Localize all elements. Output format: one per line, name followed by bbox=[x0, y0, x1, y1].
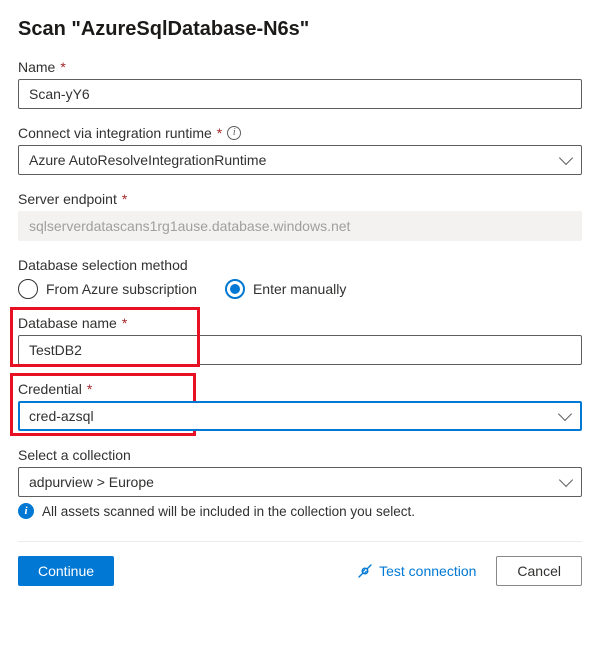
credential-label: Credential* bbox=[18, 381, 582, 397]
test-connection-button[interactable]: Test connection bbox=[351, 563, 482, 579]
db-name-input[interactable] bbox=[18, 335, 582, 365]
collection-label: Select a collection bbox=[18, 447, 582, 463]
name-input[interactable] bbox=[18, 79, 582, 109]
chevron-down-icon bbox=[558, 407, 572, 421]
chevron-down-icon bbox=[559, 473, 573, 487]
runtime-label: Connect via integration runtime* i bbox=[18, 125, 582, 141]
collection-help-text: All assets scanned will be included in t… bbox=[42, 504, 415, 519]
plug-icon bbox=[357, 563, 373, 579]
db-name-label: Database name* bbox=[18, 315, 582, 331]
cancel-button[interactable]: Cancel bbox=[496, 556, 582, 586]
page-title: Scan "AzureSqlDatabase-N6s" bbox=[18, 18, 582, 41]
collection-select[interactable]: adpurview > Europe bbox=[18, 467, 582, 497]
chevron-down-icon bbox=[559, 151, 573, 165]
info-icon[interactable]: i bbox=[227, 126, 241, 140]
credential-select[interactable]: cred-azsql bbox=[18, 401, 582, 431]
endpoint-label: Server endpoint* bbox=[18, 191, 582, 207]
continue-button[interactable]: Continue bbox=[18, 556, 114, 586]
info-icon: i bbox=[18, 503, 34, 519]
db-method-label: Database selection method bbox=[18, 257, 582, 273]
radio-from-subscription[interactable]: From Azure subscription bbox=[18, 279, 197, 299]
name-label: Name* bbox=[18, 59, 582, 75]
runtime-select[interactable]: Azure AutoResolveIntegrationRuntime bbox=[18, 145, 582, 175]
radio-enter-manually[interactable]: Enter manually bbox=[225, 279, 346, 299]
endpoint-input bbox=[18, 211, 582, 241]
